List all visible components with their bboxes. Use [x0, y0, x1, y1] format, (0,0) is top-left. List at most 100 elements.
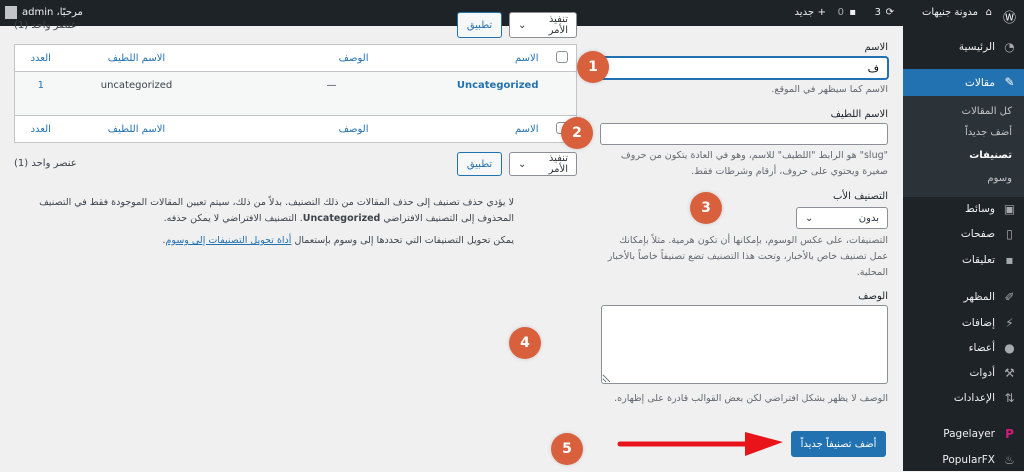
- comments-count[interactable]: 0: [838, 7, 844, 18]
- parent-select[interactable]: بدون ⌄: [796, 207, 888, 229]
- column-description[interactable]: الوصف: [206, 44, 377, 72]
- updates-icon[interactable]: ⟳: [886, 7, 894, 18]
- category-slug: uncategorized: [66, 71, 207, 116]
- apply-button-bottom[interactable]: تطبيق: [457, 152, 502, 176]
- comment-icon: ▪: [1005, 252, 1014, 267]
- convert-note: يمكن تحويل التصنيفات التي تحددها إلى وسو…: [14, 233, 515, 249]
- annotation-marker-3: 3: [690, 192, 722, 224]
- submenu-add-new[interactable]: أضف جديداً: [903, 127, 1024, 138]
- column-slug[interactable]: الاسم اللطيف: [66, 44, 207, 72]
- bulk-action-value: تنفيذ الأمر: [548, 153, 568, 175]
- sidebar-item-label: أدوات: [969, 367, 995, 379]
- sidebar-item-settings[interactable]: ⇅ الإعدادات: [903, 386, 1024, 410]
- converter-link[interactable]: أداة تحويل التصنيفات إلى وسوم: [166, 235, 292, 246]
- sidebar-item-label: PopularFX: [942, 454, 995, 466]
- description-textarea[interactable]: [601, 305, 888, 384]
- sidebar-item-label: المظهر: [963, 291, 995, 303]
- sidebar-item-label: الإعدادات: [953, 392, 995, 404]
- apply-button-top[interactable]: تطبيق: [457, 12, 502, 38]
- description-help: الوصف لا يظهر بشكل افتراضي لكن بعض القوا…: [614, 393, 888, 404]
- admin-sidebar: ◔ الرئيسية ✎ مقالات كل المقالات أضف جديداً…: [897, 26, 1024, 472]
- table-footer-row: الاسم الوصف الاسم اللطيف العدد: [14, 115, 577, 143]
- sidebar-item-label: تعليقات: [961, 254, 995, 266]
- sidebar-item-posts[interactable]: ✎ مقالات: [903, 69, 1024, 96]
- delete-note: لا يؤدي حذف تصنيف إلى حذف المقالات من ذل…: [14, 195, 514, 227]
- bulk-action-select-top[interactable]: تنفيذ الأمر ⌄: [509, 12, 577, 38]
- category-name-link[interactable]: Uncategorized: [376, 71, 547, 116]
- select-all-checkbox[interactable]: [556, 50, 568, 63]
- dashboard-icon: ◔: [1004, 39, 1015, 54]
- slug-label: الاسم اللطيف: [830, 109, 888, 120]
- plus-icon[interactable]: +: [818, 7, 826, 18]
- sidebar-item-popularfx[interactable]: ♨ PopularFX: [903, 448, 1024, 472]
- note-text: . التصنيف الافتراضي لا يمكن حذفه.: [163, 213, 303, 224]
- column-description-footer[interactable]: الوصف: [206, 115, 377, 143]
- sidebar-item-label: وسائط: [965, 203, 995, 215]
- chevron-down-icon: ⌄: [805, 212, 814, 224]
- sidebar-item-pagelayer[interactable]: P Pagelayer: [903, 422, 1024, 446]
- bulk-action-value: تنفيذ الأمر: [548, 14, 568, 36]
- bulk-action-select-bottom[interactable]: تنفيذ الأمر ⌄: [509, 152, 577, 176]
- sidebar-item-plugins[interactable]: ⚡ إضافات: [903, 311, 1024, 335]
- submenu-all-posts[interactable]: كل المقالات: [903, 106, 1024, 117]
- name-input[interactable]: [600, 57, 888, 79]
- avatar[interactable]: [5, 6, 17, 19]
- red-arrow-icon: [617, 432, 783, 456]
- sidebar-item-label: أعضاء: [968, 342, 995, 354]
- parent-help: التصنيفات، على عكس الوسوم، بإمكانها أن ت…: [607, 235, 888, 278]
- greeting-link[interactable]: مرحبًا، admin: [22, 7, 83, 18]
- sidebar-item-label: إضافات: [961, 317, 995, 329]
- sidebar-item-media[interactable]: ▣ وسائط: [903, 197, 1024, 221]
- brush-icon: ✐: [1004, 289, 1015, 304]
- annotation-marker-5: 5: [551, 433, 583, 465]
- column-name[interactable]: الاسم: [376, 44, 547, 72]
- annotation-marker-4: 4: [509, 327, 541, 359]
- pin-icon: ✎: [1004, 75, 1015, 89]
- category-count-link[interactable]: 1: [14, 71, 67, 116]
- wordpress-logo-icon[interactable]: Ⓦ: [1003, 7, 1016, 26]
- site-name-link[interactable]: مدونة جنيهات: [922, 7, 978, 18]
- slug-input[interactable]: [600, 123, 888, 145]
- slug-help: "slug" هو الرابط "اللطيف" للاسم، وهو في …: [620, 150, 888, 177]
- column-slug-footer[interactable]: الاسم اللطيف: [66, 115, 207, 143]
- chevron-down-icon: ⌄: [518, 158, 527, 170]
- sidebar-item-comments[interactable]: ▪ تعليقات: [903, 248, 1024, 272]
- submenu-categories[interactable]: تصنيفات: [903, 150, 1024, 161]
- column-count-footer[interactable]: العدد: [14, 115, 67, 143]
- pagelayer-icon: P: [1005, 426, 1014, 441]
- sidebar-item-label: مقالات: [964, 76, 995, 89]
- annotation-marker-2: 2: [561, 117, 593, 149]
- add-category-button[interactable]: أضف تصنيفاً جديداً: [791, 431, 886, 457]
- note-default-category: Uncategorized: [302, 213, 381, 224]
- posts-submenu: كل المقالات أضف جديداً تصنيفات وسوم: [903, 96, 1024, 197]
- note-text: يمكن تحويل التصنيفات التي تحددها إلى وسو…: [291, 235, 514, 246]
- sidebar-item-pages[interactable]: ▯ صفحات: [903, 222, 1024, 246]
- pages-icon: ▯: [1006, 226, 1013, 241]
- wrench-icon: ⚒: [1004, 365, 1015, 380]
- submenu-tags[interactable]: وسوم: [903, 173, 1024, 184]
- sidebar-item-label: صفحات: [960, 228, 995, 240]
- comment-icon[interactable]: ▪: [849, 7, 856, 18]
- sidebar-item-dashboard[interactable]: ◔ الرئيسية: [903, 35, 1024, 59]
- annotation-marker-1: 1: [577, 51, 609, 83]
- name-help: الاسم كما سيظهر في الموقع.: [771, 84, 888, 95]
- parent-label: التصنيف الأب: [833, 191, 888, 202]
- sidebar-item-label: Pagelayer: [943, 428, 995, 440]
- category-description: —: [206, 71, 377, 116]
- description-label: الوصف: [858, 291, 888, 302]
- sidebar-item-tools[interactable]: ⚒ أدوات: [903, 361, 1024, 385]
- media-icon: ▣: [1003, 201, 1016, 216]
- user-icon: ●: [1004, 340, 1015, 355]
- column-name-footer[interactable]: الاسم: [376, 115, 547, 143]
- sidebar-item-appearance[interactable]: ✐ المظهر: [903, 285, 1024, 309]
- column-count[interactable]: العدد: [14, 44, 67, 72]
- name-label: الاسم: [864, 42, 888, 53]
- updates-count[interactable]: 3: [875, 7, 881, 18]
- items-count-bottom: عنصر واحد (1): [14, 158, 77, 169]
- table-row: Uncategorized — uncategorized 1: [14, 71, 577, 116]
- new-link[interactable]: جديد: [795, 7, 814, 18]
- plugin-icon: ⚡: [1005, 315, 1014, 330]
- settings-icon: ⇅: [1004, 390, 1015, 405]
- sidebar-item-label: الرئيسية: [958, 41, 995, 53]
- sidebar-item-users[interactable]: ● أعضاء: [903, 336, 1024, 360]
